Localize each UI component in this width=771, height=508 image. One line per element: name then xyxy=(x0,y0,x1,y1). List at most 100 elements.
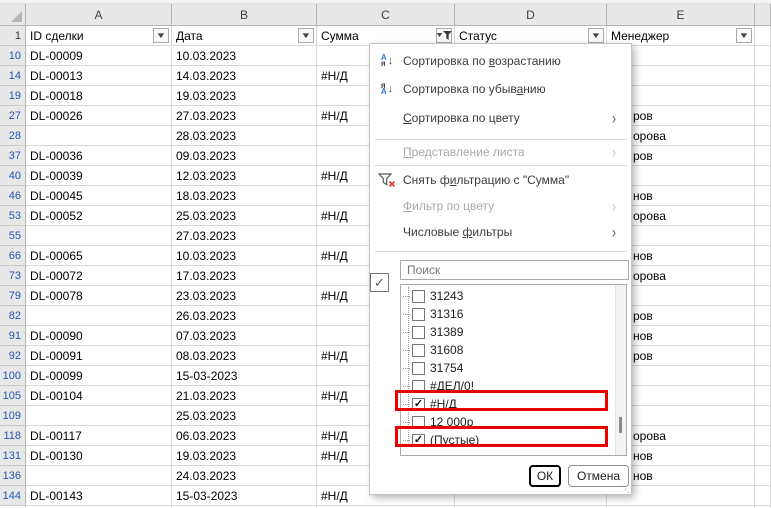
deal-id-cell[interactable]: DL-00104 xyxy=(26,386,172,406)
date-cell[interactable]: 23.03.2023 xyxy=(172,286,317,306)
deal-id-cell[interactable]: DL-00026 xyxy=(26,106,172,126)
menu-item[interactable]: Снять фильтрацию с "Сумма" xyxy=(371,167,630,193)
deal-id-cell[interactable]: DL-00117 xyxy=(26,426,172,446)
deal-id-cell[interactable] xyxy=(26,226,172,246)
checkbox-unchecked-icon[interactable] xyxy=(412,361,425,375)
row-number-37[interactable]: 37 xyxy=(0,146,26,166)
deal-id-cell[interactable] xyxy=(26,466,172,486)
deal-id-cell[interactable]: DL-00018 xyxy=(26,86,172,106)
menu-item[interactable]: Числовые фильтры › xyxy=(371,219,630,245)
menu-item[interactable]: я А ↓ Сортировка по убыванию xyxy=(371,75,630,103)
checkbox-unchecked-icon[interactable] xyxy=(412,325,425,339)
select-all-corner[interactable] xyxy=(0,4,26,26)
date-cell[interactable]: 24.03.2023 xyxy=(172,466,317,486)
deal-id-cell[interactable]: DL-00039 xyxy=(26,166,172,186)
row-number-109[interactable]: 109 xyxy=(0,406,26,426)
deal-id-cell[interactable]: DL-00072 xyxy=(26,266,172,286)
column-header-b[interactable]: B xyxy=(172,4,317,26)
deal-id-cell[interactable]: DL-00065 xyxy=(26,246,172,266)
row-number-40[interactable]: 40 xyxy=(0,166,26,186)
deal-id-cell[interactable] xyxy=(26,406,172,426)
filter-search-input[interactable] xyxy=(400,260,629,280)
checkbox-unchecked-icon[interactable] xyxy=(412,289,425,303)
row-number-27[interactable]: 27 xyxy=(0,106,26,126)
row-number-14[interactable]: 14 xyxy=(0,66,26,86)
date-cell[interactable]: 10.03.2023 xyxy=(172,46,317,66)
deal-id-cell[interactable]: DL-00078 xyxy=(26,286,172,306)
ok-button[interactable]: ОК xyxy=(529,465,561,487)
row-number-10[interactable]: 10 xyxy=(0,46,26,66)
resize-grip[interactable]: ⋱ xyxy=(621,485,630,494)
date-cell[interactable]: 19.03.2023 xyxy=(172,86,317,106)
column-header-e[interactable]: E xyxy=(607,4,755,26)
date-cell[interactable]: 08.03.2023 xyxy=(172,346,317,366)
column-header-d[interactable]: D xyxy=(455,4,607,26)
deal-id-cell[interactable]: DL-00090 xyxy=(26,326,172,346)
checkbox-unchecked-icon[interactable] xyxy=(412,307,425,321)
row-number-131[interactable]: 131 xyxy=(0,446,26,466)
filter-button-filtered[interactable]: ▼ xyxy=(434,28,453,43)
column-header-a[interactable]: A xyxy=(26,4,172,26)
row-number-79[interactable]: 79 xyxy=(0,286,26,306)
worksheet-checkbox[interactable]: ✓ xyxy=(370,273,389,292)
date-cell[interactable]: 18.03.2023 xyxy=(172,186,317,206)
checkbox-unchecked-icon[interactable] xyxy=(412,343,425,357)
row-number-1[interactable]: 1 xyxy=(0,26,26,46)
deal-id-cell[interactable]: DL-00052 xyxy=(26,206,172,226)
row-number-118[interactable]: 118 xyxy=(0,426,26,446)
cancel-button[interactable]: Отмена xyxy=(568,465,629,487)
deal-id-cell[interactable] xyxy=(26,306,172,326)
date-cell[interactable]: 15-03-2023 xyxy=(172,486,317,506)
filter-value-item[interactable]: 31754 xyxy=(403,359,463,377)
date-cell[interactable]: 10.03.2023 xyxy=(172,246,317,266)
filter-dropdown-button[interactable]: ▼ xyxy=(298,28,314,43)
row-number-55[interactable]: 55 xyxy=(0,226,26,246)
deal-id-cell[interactable]: DL-00036 xyxy=(26,146,172,166)
row-number-82[interactable]: 82 xyxy=(0,306,26,326)
date-cell[interactable]: 28.03.2023 xyxy=(172,126,317,146)
row-number-105[interactable]: 105 xyxy=(0,386,26,406)
date-cell[interactable]: 07.03.2023 xyxy=(172,326,317,346)
row-number-53[interactable]: 53 xyxy=(0,206,26,226)
row-number-100[interactable]: 100 xyxy=(0,366,26,386)
row-number-19[interactable]: 19 xyxy=(0,86,26,106)
filter-value-item[interactable]: 31389 xyxy=(403,323,463,341)
list-scrollbar-thumb[interactable] xyxy=(619,417,622,433)
deal-id-cell[interactable]: DL-00130 xyxy=(26,446,172,466)
filter-value-item[interactable]: 31243 xyxy=(403,287,463,305)
date-cell[interactable]: 27.03.2023 xyxy=(172,226,317,246)
deal-id-cell[interactable]: DL-00045 xyxy=(26,186,172,206)
filter-dropdown-button[interactable]: ▼ xyxy=(588,28,604,43)
row-number-144[interactable]: 144 xyxy=(0,486,26,506)
row-number-66[interactable]: 66 xyxy=(0,246,26,266)
date-cell[interactable]: 09.03.2023 xyxy=(172,146,317,166)
row-number-91[interactable]: 91 xyxy=(0,326,26,346)
date-cell[interactable]: 12.03.2023 xyxy=(172,166,317,186)
column-header-c[interactable]: C xyxy=(317,4,455,26)
date-cell[interactable]: 27.03.2023 xyxy=(172,106,317,126)
menu-item[interactable]: Ая ↓ Сортировка по возрастанию xyxy=(371,47,630,75)
deal-id-cell[interactable]: DL-00091 xyxy=(26,346,172,366)
row-number-73[interactable]: 73 xyxy=(0,266,26,286)
deal-id-cell[interactable]: DL-00009 xyxy=(26,46,172,66)
date-cell[interactable]: 25.03.2023 xyxy=(172,206,317,226)
date-cell[interactable]: 14.03.2023 xyxy=(172,66,317,86)
list-scrollbar[interactable] xyxy=(615,285,626,455)
deal-id-cell[interactable]: DL-00143 xyxy=(26,486,172,506)
date-cell[interactable]: 17.03.2023 xyxy=(172,266,317,286)
date-cell[interactable]: 19.03.2023 xyxy=(172,446,317,466)
date-cell[interactable]: 15-03-2023 xyxy=(172,366,317,386)
deal-id-cell[interactable] xyxy=(26,126,172,146)
row-number-136[interactable]: 136 xyxy=(0,466,26,486)
filter-dropdown-button[interactable]: ▼ xyxy=(153,28,169,43)
date-cell[interactable]: 06.03.2023 xyxy=(172,426,317,446)
date-cell[interactable]: 26.03.2023 xyxy=(172,306,317,326)
filter-value-item[interactable]: 31608 xyxy=(403,341,463,359)
filter-value-item[interactable]: 31316 xyxy=(403,305,463,323)
date-cell[interactable]: 25.03.2023 xyxy=(172,406,317,426)
row-number-92[interactable]: 92 xyxy=(0,346,26,366)
deal-id-cell[interactable]: DL-00099 xyxy=(26,366,172,386)
filter-dropdown-button[interactable]: ▼ xyxy=(736,28,752,43)
row-number-46[interactable]: 46 xyxy=(0,186,26,206)
date-cell[interactable]: 21.03.2023 xyxy=(172,386,317,406)
